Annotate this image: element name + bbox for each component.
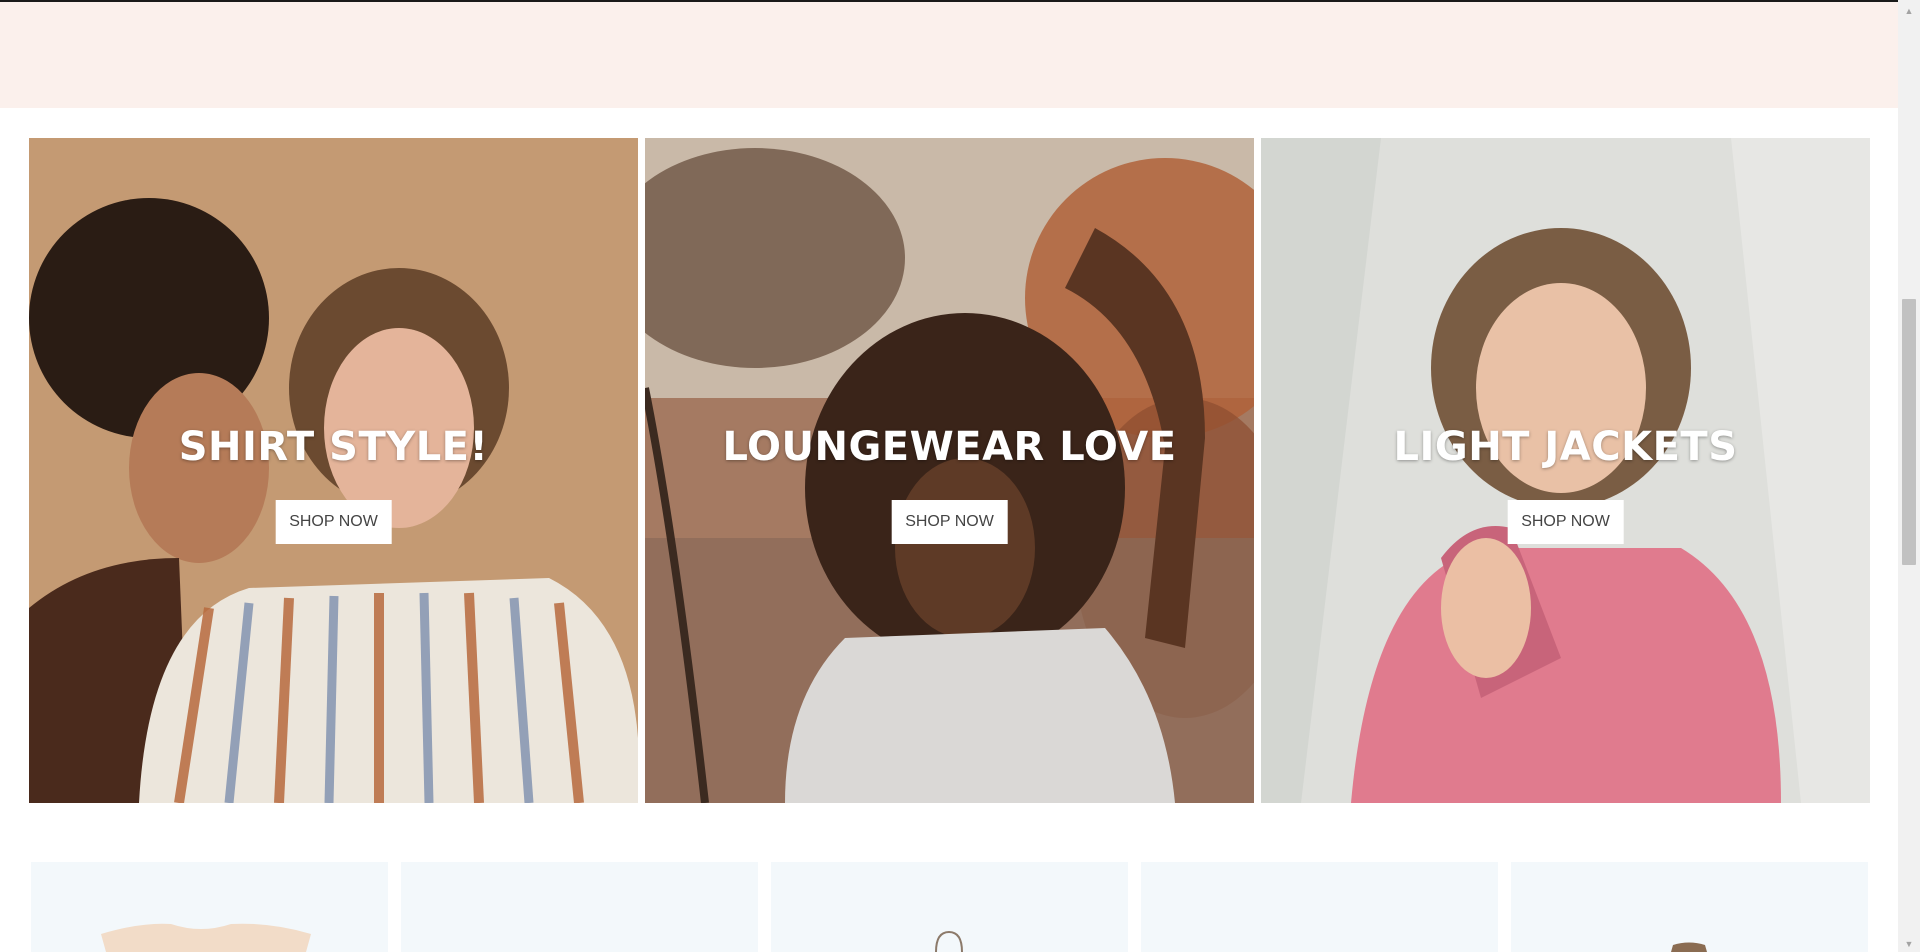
- product-card[interactable]: [1511, 862, 1868, 952]
- shop-now-button[interactable]: SHOP NOW: [891, 500, 1008, 544]
- product-card[interactable]: [771, 862, 1128, 952]
- bag-image: [935, 930, 963, 952]
- shop-now-button[interactable]: SHOP NOW: [1507, 500, 1624, 544]
- product-card[interactable]: [1141, 862, 1498, 952]
- vertical-scrollbar[interactable]: ▲ ▼: [1898, 0, 1920, 952]
- product-card[interactable]: [401, 862, 758, 952]
- tshirt-image: [101, 923, 311, 952]
- product-card[interactable]: [31, 862, 388, 952]
- product-grid: [31, 862, 1869, 952]
- triangle-down-icon[interactable]: ▼: [1898, 935, 1920, 952]
- banner-light-jackets[interactable]: LIGHT JACKETS SHOP NOW: [1261, 138, 1870, 803]
- banner-loungewear-love[interactable]: LOUNGEWEAR LOVE SHOP NOW: [645, 138, 1254, 803]
- banner-light-jackets-image: [1261, 138, 1870, 803]
- triangle-up-icon[interactable]: ▲: [1898, 2, 1920, 19]
- banner-shirt-style-image: [29, 138, 638, 803]
- banner-title: LIGHT JACKETS: [1393, 424, 1738, 470]
- banner-loungewear-love-image: [645, 138, 1254, 803]
- category-banners: SHIRT STYLE! SHOP NOW LOUNGEWEAR LOVE SH…: [29, 138, 1870, 803]
- shop-now-button[interactable]: SHOP NOW: [275, 500, 392, 544]
- scrollbar-thumb[interactable]: [1902, 299, 1916, 565]
- product-image: [1671, 942, 1707, 952]
- header-band: [0, 2, 1898, 108]
- banner-title: SHIRT STYLE!: [178, 424, 489, 470]
- banner-shirt-style[interactable]: SHIRT STYLE! SHOP NOW: [29, 138, 638, 803]
- banner-title: LOUNGEWEAR LOVE: [722, 424, 1177, 470]
